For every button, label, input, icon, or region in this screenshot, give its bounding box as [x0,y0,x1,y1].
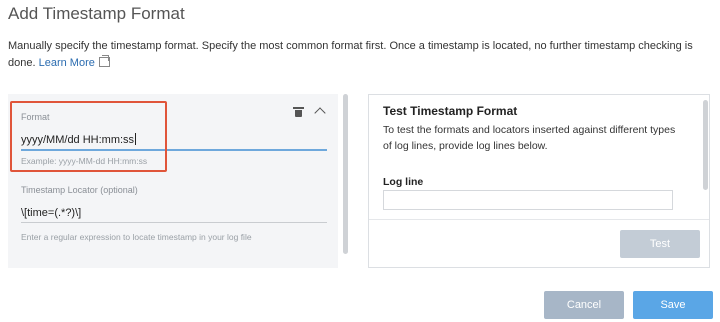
test-panel-description: To test the formats and locators inserte… [383,124,676,152]
format-field-highlight [10,101,167,172]
locator-label: Timestamp Locator (optional) [21,185,138,195]
save-button[interactable]: Save [633,291,713,319]
left-panel-scrollbar[interactable] [343,94,348,254]
test-panel-divider [369,219,709,220]
locator-hint: Enter a regular expression to locate tim… [21,232,252,242]
locator-input[interactable]: \[time=(.*?)\] [21,207,81,219]
learn-more-link[interactable]: Learn More [39,57,95,69]
cancel-button[interactable]: Cancel [544,291,624,319]
locator-input-underline [21,222,327,223]
dialog-title: Add Timestamp Format [8,4,185,23]
log-line-label: Log line [383,176,424,188]
external-link-icon [98,55,110,67]
test-panel-title: Test Timestamp Format [383,104,518,118]
description-text: Manually specify the timestamp format. S… [8,40,693,69]
test-button[interactable]: Test [620,230,700,258]
log-line-input[interactable] [383,190,673,210]
trash-icon[interactable] [293,107,304,117]
right-panel-scrollbar[interactable] [703,100,708,190]
dialog-description: Manually specify the timestamp format. S… [8,38,714,72]
